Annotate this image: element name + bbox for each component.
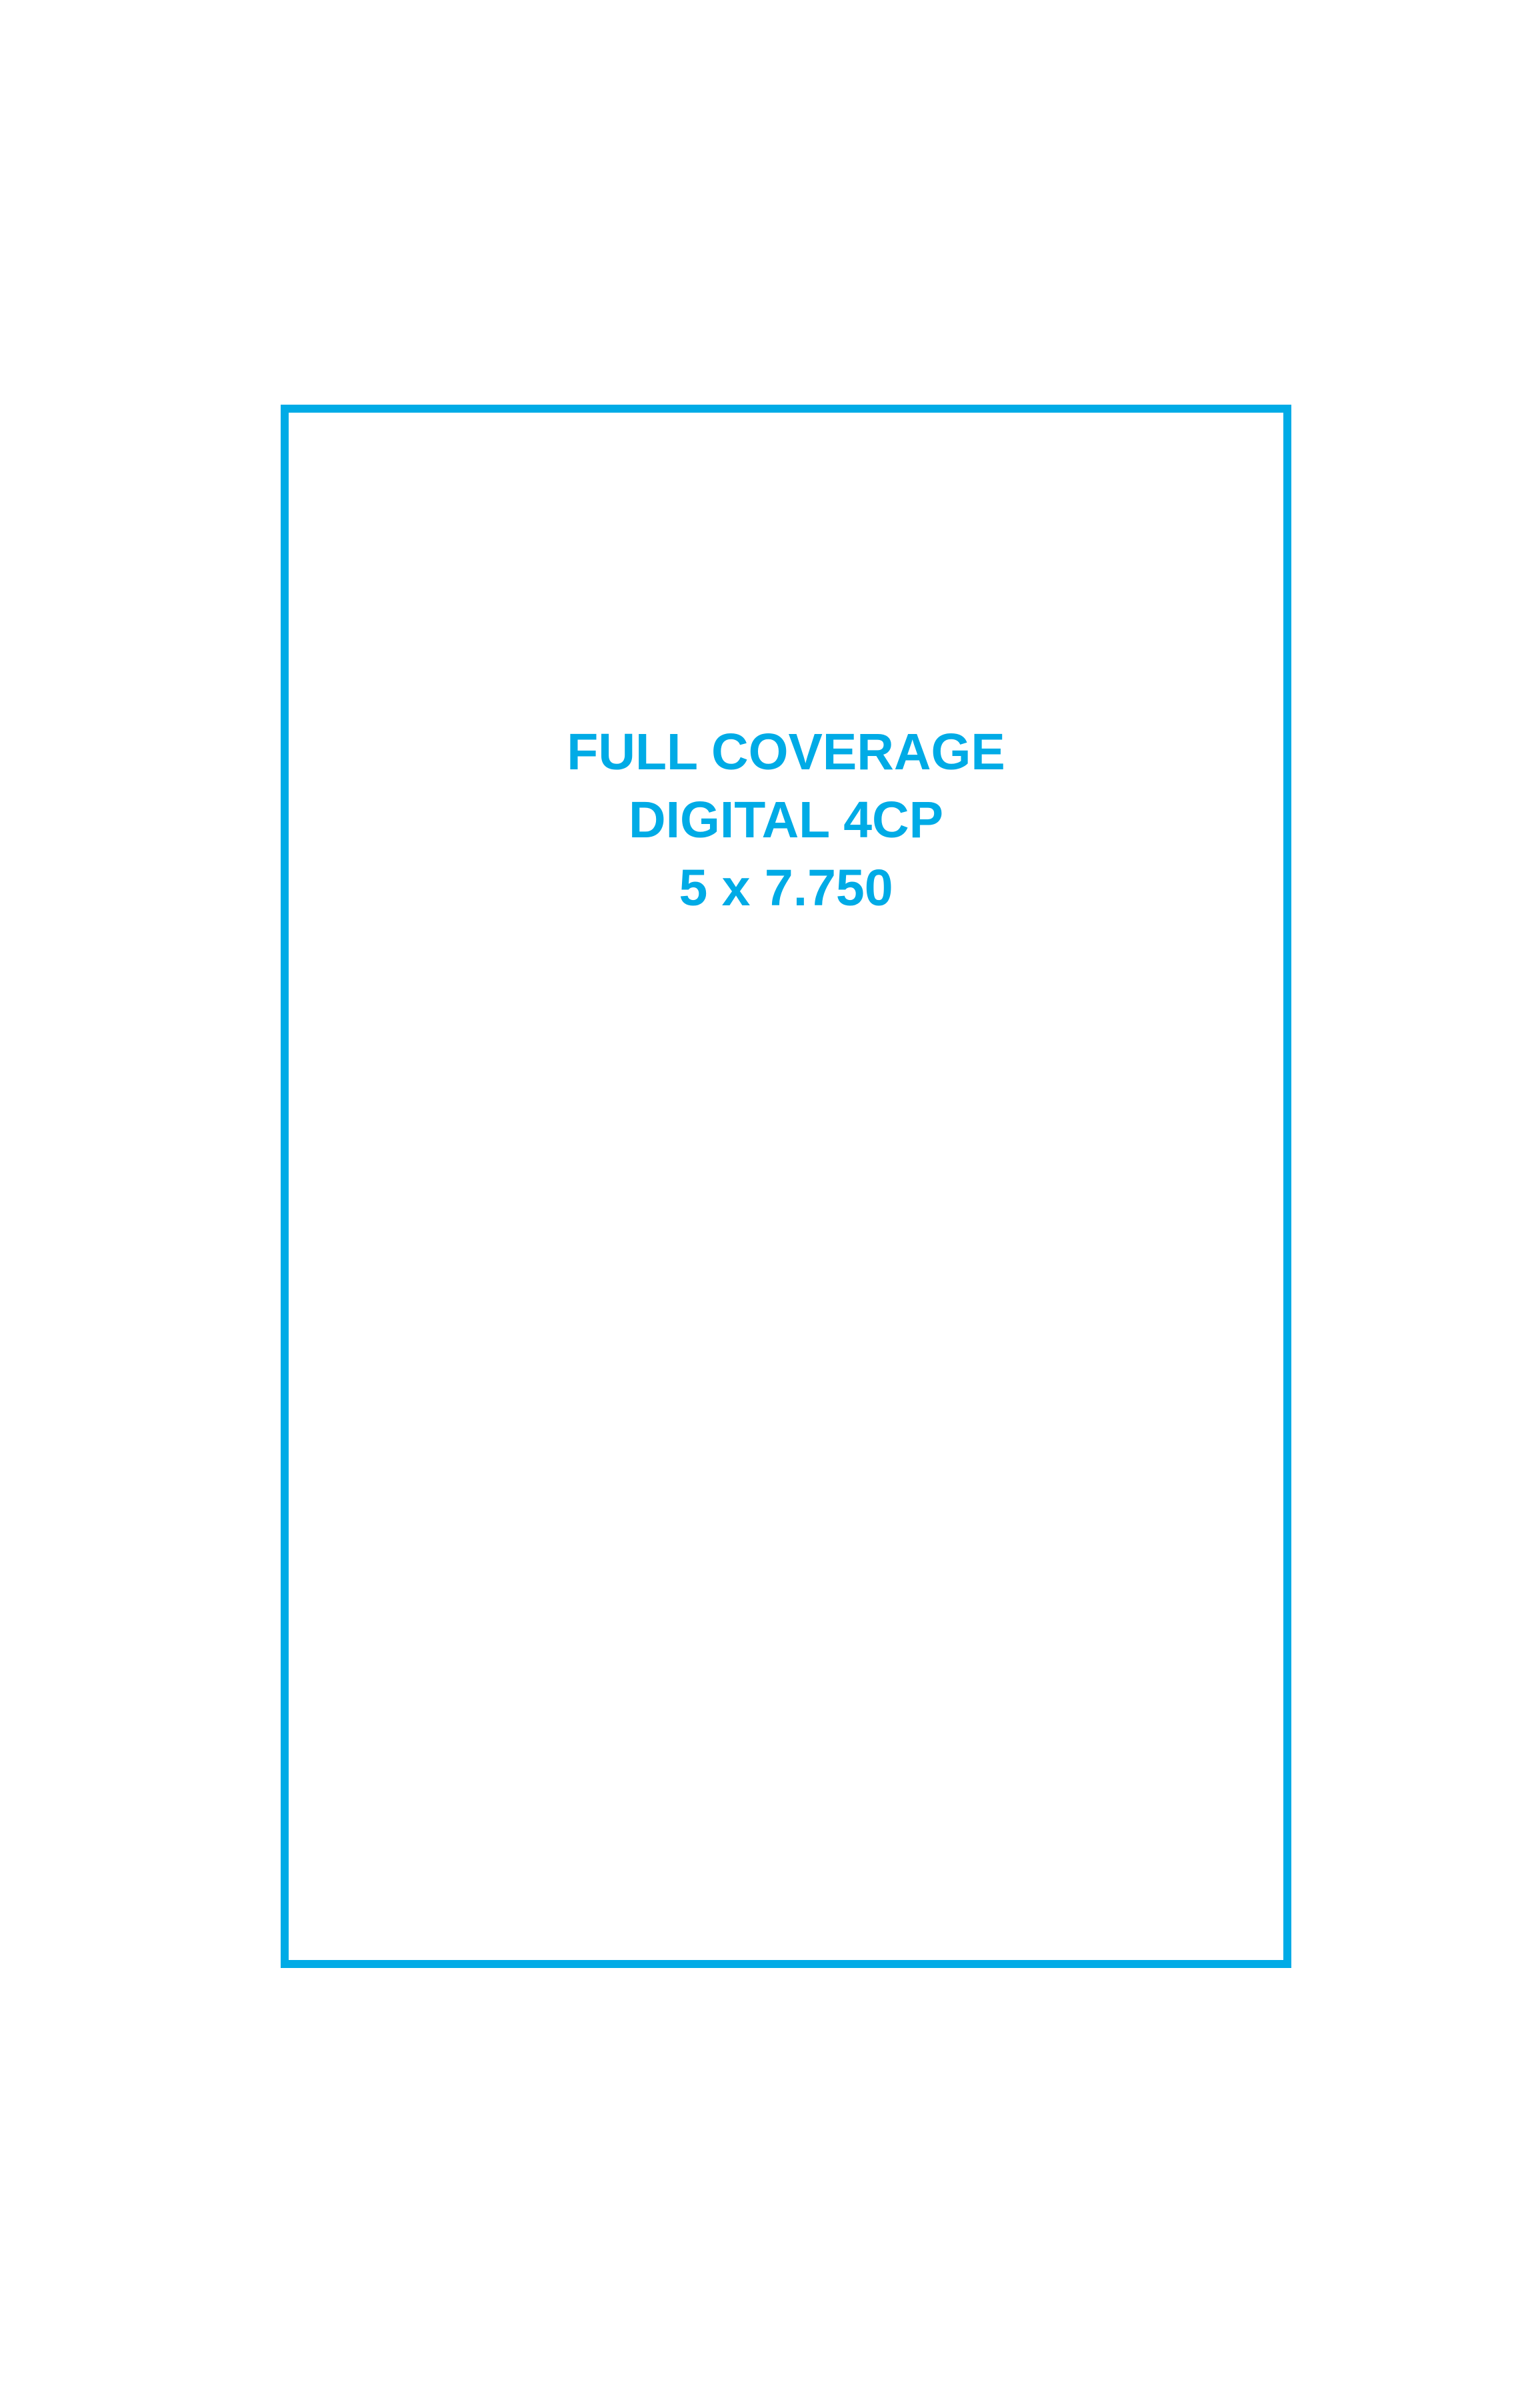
coverage-label: FULL COVERAGE (567, 723, 1005, 781)
dimensions-label: 5 x 7.750 (679, 859, 893, 917)
ad-spec-label: FULL COVERAGE DIGITAL 4CP 5 x 7.750 (289, 718, 1283, 922)
color-process-label: DIGITAL 4CP (628, 791, 944, 849)
ad-placeholder-frame: FULL COVERAGE DIGITAL 4CP 5 x 7.750 (281, 405, 1291, 1968)
